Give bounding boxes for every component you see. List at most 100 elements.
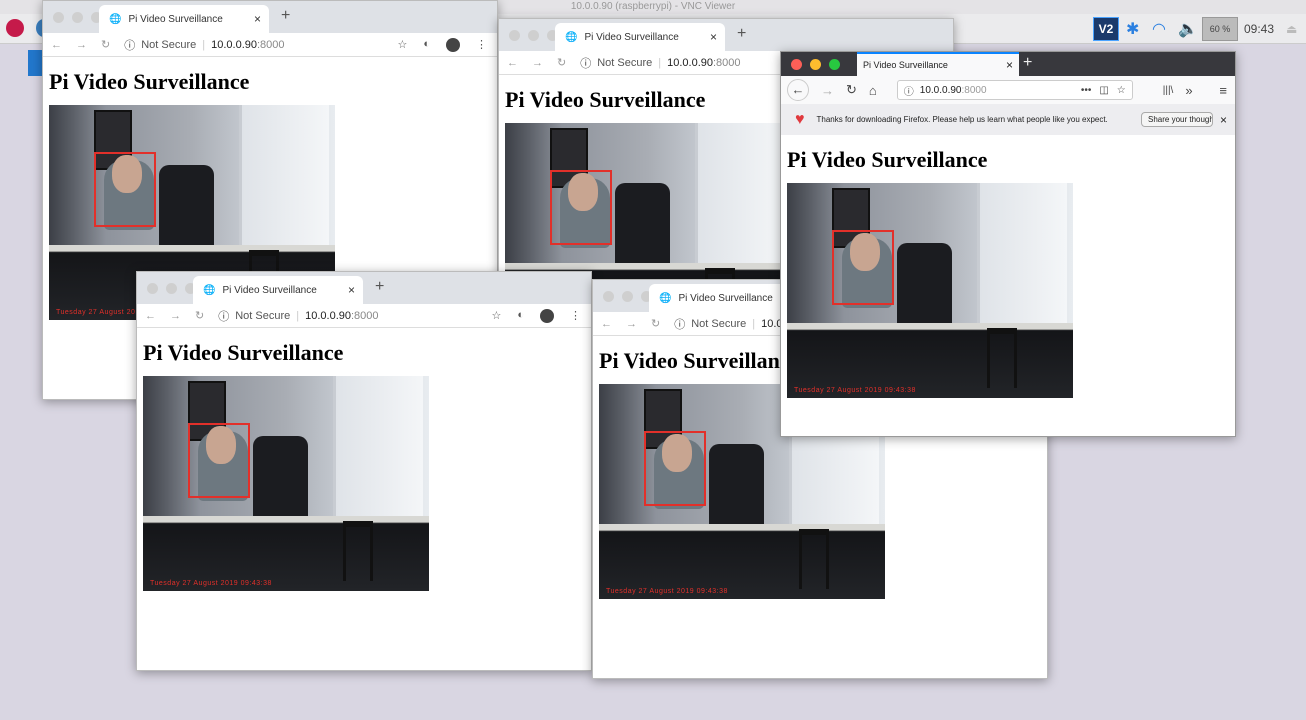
close-window-button[interactable] (53, 12, 64, 23)
reload-button[interactable]: ↻ (846, 82, 857, 98)
page-title: Pi Video Surveillance (49, 69, 250, 94)
new-tab-button[interactable]: + (375, 278, 384, 296)
address-bar[interactable]: ⓘNot Secure|10.0.0.90:8000 (124, 37, 284, 53)
vnc-server-icon[interactable]: V2 (1093, 17, 1119, 41)
wifi-icon[interactable]: ◠ (1152, 17, 1166, 41)
clock: 09:43 (1244, 22, 1275, 36)
new-tab-button[interactable]: + (737, 25, 746, 43)
back-button[interactable]: ← (145, 310, 156, 322)
tab-title: Pi Video Surveillance (584, 31, 679, 43)
extension-icon[interactable]: ◐ (423, 38, 430, 52)
minimize-window-button[interactable] (810, 59, 821, 70)
tab-title: Pi Video Surveillance (863, 60, 948, 70)
bluetooth-icon[interactable]: ✱ (1126, 17, 1139, 41)
url-port: :8000 (712, 56, 741, 69)
tab-pi-video-surveillance[interactable]: 🌐 Pi Video Surveillance × (193, 276, 363, 304)
close-tab-icon[interactable]: × (710, 30, 717, 44)
close-notification-icon[interactable]: × (1220, 113, 1227, 127)
cpu-usage-monitor: 60 % (1202, 17, 1238, 41)
globe-icon: 🌐 (109, 13, 122, 25)
volume-icon[interactable]: 🔈 (1178, 17, 1198, 41)
url-port: :8000 (350, 309, 379, 322)
address-bar[interactable]: ⓘNot Secure|10.0.0.90:8000 (218, 308, 378, 324)
close-window-button[interactable] (147, 283, 158, 294)
url-bar[interactable]: ⓘ 10.0.0.90:8000 ••• ◫ ☆ (896, 80, 1133, 100)
reload-button[interactable]: ↻ (195, 309, 204, 322)
back-button[interactable]: ← (507, 57, 518, 69)
profile-avatar[interactable] (446, 37, 460, 52)
new-tab-button[interactable]: + (281, 7, 290, 25)
forward-button[interactable]: → (76, 39, 87, 51)
raspberry-menu-icon[interactable] (6, 19, 24, 37)
not-secure-label: Not Secure (691, 317, 747, 330)
door (695, 123, 785, 279)
reload-button[interactable]: ↻ (101, 38, 110, 51)
video-timestamp: Tuesday 27 August 2019 09:43:38 (606, 588, 728, 595)
tab-title: Pi Video Surveillance (222, 284, 317, 296)
firefox-tab-bar: Pi Video Surveillance × + (781, 52, 1235, 76)
globe-icon: 🌐 (659, 292, 672, 304)
tab-pi-video-surveillance[interactable]: 🌐 Pi Video Surveillance × (555, 23, 725, 51)
back-button[interactable]: ← (601, 318, 612, 330)
stool (987, 328, 1017, 388)
close-tab-icon[interactable]: × (348, 283, 355, 297)
wastebasket-icon[interactable] (28, 50, 42, 76)
not-secure-label: Not Secure (597, 56, 653, 69)
maximize-window-button[interactable] (829, 59, 840, 70)
minimize-window-button[interactable] (72, 12, 83, 23)
notification-bar: ♥ Thanks for downloading Firefox. Please… (781, 104, 1235, 135)
globe-icon: 🌐 (203, 284, 216, 296)
home-button[interactable]: ⌂ (869, 83, 877, 98)
menu-icon[interactable]: ⋮ (570, 309, 581, 323)
eject-icon[interactable]: ⏏ (1286, 17, 1297, 41)
overflow-menu-icon[interactable]: » (1185, 83, 1192, 98)
library-icon[interactable]: |||\ (1163, 85, 1174, 96)
close-tab-icon[interactable]: × (254, 12, 261, 26)
forward-button[interactable]: → (821, 83, 834, 98)
url-host: 10.0.0.90 (919, 84, 962, 96)
url-host: 10.0.0.90 (305, 309, 351, 322)
close-window-button[interactable] (509, 30, 520, 41)
reload-button[interactable]: ↻ (557, 56, 566, 69)
tab-pi-video-surveillance[interactable]: 🌐 Pi Video Surveillance × (99, 5, 269, 33)
menu-icon[interactable]: ⋮ (476, 38, 487, 52)
reload-button[interactable]: ↻ (651, 317, 660, 330)
share-thoughts-button[interactable]: Share your thoughts (1141, 112, 1213, 127)
back-button[interactable]: ← (787, 79, 809, 101)
firefox-window: Pi Video Surveillance × + ← → ↻ ⌂ ⓘ 10.0.… (780, 51, 1236, 437)
close-window-button[interactable] (791, 59, 802, 70)
url-port: :8000 (256, 38, 285, 51)
info-icon: ⓘ (674, 318, 686, 331)
minimize-window-button[interactable] (166, 283, 177, 294)
back-button[interactable]: ← (51, 39, 62, 51)
close-tab-icon[interactable]: × (1006, 58, 1013, 72)
face-detection-box (832, 230, 894, 305)
bookmark-star-icon[interactable]: ☆ (397, 38, 407, 52)
profile-avatar[interactable] (540, 308, 554, 323)
new-tab-button[interactable]: + (1023, 54, 1032, 72)
tab-title: Pi Video Surveillance (678, 292, 773, 304)
forward-button[interactable]: → (626, 318, 637, 330)
hamburger-menu-icon[interactable]: ≡ (1219, 83, 1227, 98)
not-secure-label: Not Secure (141, 38, 197, 51)
pocket-icon[interactable]: ◫ (1099, 85, 1108, 96)
chrome-window: 🌐 Pi Video Surveillance × + ← → ↻ ⓘ Not Sec… (136, 271, 592, 671)
extension-icon[interactable]: ◐ (517, 309, 524, 323)
forward-button[interactable]: → (532, 57, 543, 69)
tab-pi-video-surveillance[interactable]: Pi Video Surveillance × (857, 52, 1019, 76)
minimize-window-button[interactable] (622, 291, 633, 302)
minimize-window-button[interactable] (528, 30, 539, 41)
page-actions-icon[interactable]: ••• (1081, 85, 1092, 96)
bookmark-star-icon[interactable]: ☆ (1117, 85, 1126, 96)
page-title: Pi Video Surveillance (143, 340, 344, 365)
forward-button[interactable]: → (170, 310, 181, 322)
video-timestamp: Tuesday 27 August 2019 09:43:38 (150, 580, 272, 587)
info-icon: ⓘ (218, 310, 230, 323)
url-host: 10.0.0.90 (667, 56, 713, 69)
video-stream: Tuesday 27 August 2019 09:43:38 (787, 183, 1073, 398)
face-detection-box (644, 431, 706, 506)
address-bar[interactable]: ⓘNot Secure|10.0.0.90:8000 (580, 55, 740, 71)
bookmark-star-icon[interactable]: ☆ (491, 309, 501, 323)
close-window-button[interactable] (603, 291, 614, 302)
notification-text: Thanks for downloading Firefox. Please h… (816, 115, 1108, 124)
